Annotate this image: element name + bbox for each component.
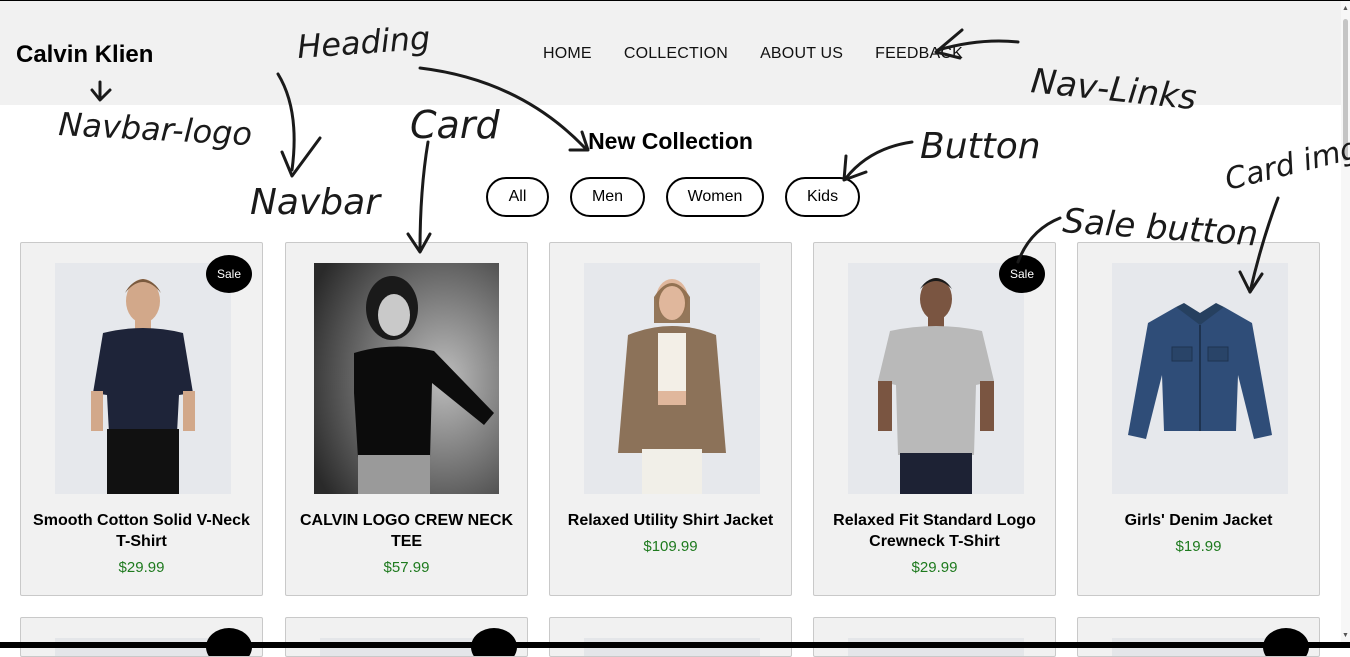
product-image <box>1112 263 1288 494</box>
product-card[interactable]: Sale Relaxed Fit Standard Logo Crewneck … <box>813 242 1056 596</box>
product-name: Relaxed Utility Shirt Jacket $109.99 <box>562 510 779 557</box>
product-name-text: Relaxed Utility Shirt Jacket <box>567 512 774 529</box>
product-name-text: Smooth Cotton Solid V-Neck T-Shirt <box>33 512 250 550</box>
product-card[interactable]: Sale Smooth Cotton Solid V-Neck T-Shirt … <box>20 242 263 596</box>
product-image <box>55 263 231 494</box>
sale-badge[interactable]: Sale <box>999 255 1045 293</box>
annotation-arrow <box>418 140 430 252</box>
product-card[interactable] <box>549 617 792 657</box>
product-card[interactable]: Girls' Denim Jacket $19.99 <box>1077 242 1320 596</box>
annotation-navbar: Navbar <box>250 182 382 223</box>
product-price: $109.99 <box>643 538 698 555</box>
section-heading: New Collection <box>588 128 753 154</box>
navbar: Calvin Klien HOME COLLECTION ABOUT US FE… <box>0 1 1341 105</box>
sale-badge[interactable]: Sale <box>206 255 252 293</box>
product-name-text: CALVIN LOGO CREW NECK TEE <box>299 512 514 550</box>
product-name: Smooth Cotton Solid V-Neck T-Shirt $29.9… <box>33 510 250 578</box>
product-card[interactable] <box>285 617 528 657</box>
product-card[interactable]: Relaxed Utility Shirt Jacket $109.99 <box>549 242 792 596</box>
product-card[interactable] <box>20 617 263 657</box>
nav-link-home[interactable]: HOME <box>543 45 592 63</box>
filter-buttons: All Men Women Kids <box>486 177 860 217</box>
filter-women-button[interactable]: Women <box>666 177 764 217</box>
product-price: $29.99 <box>118 559 165 576</box>
product-name: CALVIN LOGO CREW NECK TEE $57.99 <box>298 510 515 578</box>
filter-kids-button[interactable]: Kids <box>785 177 860 217</box>
product-name-text: Girls' Denim Jacket <box>1124 512 1273 529</box>
filter-men-button[interactable]: Men <box>570 177 645 217</box>
nav-link-feedback[interactable]: FEEDBACK <box>875 45 963 63</box>
product-name: Relaxed Fit Standard Logo Crewneck T-Shi… <box>826 510 1043 578</box>
product-image <box>314 263 499 494</box>
product-card[interactable] <box>813 617 1056 657</box>
filter-all-button[interactable]: All <box>486 177 549 217</box>
product-image <box>584 263 760 494</box>
nav-links: HOME COLLECTION ABOUT US FEEDBACK <box>543 45 963 63</box>
scroll-up-icon[interactable]: ▲ <box>1341 4 1350 13</box>
scroll-down-icon[interactable]: ▼ <box>1341 631 1350 640</box>
product-price: $29.99 <box>911 559 958 576</box>
vertical-scrollbar[interactable]: ▲ ▼ <box>1341 1 1350 642</box>
scroll-thumb[interactable] <box>1343 19 1348 161</box>
navbar-logo[interactable]: Calvin Klien <box>16 41 153 69</box>
product-name: Girls' Denim Jacket $19.99 <box>1090 510 1307 557</box>
product-image <box>848 263 1024 494</box>
nav-link-about-us[interactable]: ABOUT US <box>760 45 843 63</box>
product-price: $19.99 <box>1175 538 1222 555</box>
product-name-text: Relaxed Fit Standard Logo Crewneck T-Shi… <box>833 512 1036 550</box>
nav-link-collection[interactable]: COLLECTION <box>624 45 728 63</box>
product-card[interactable]: CALVIN LOGO CREW NECK TEE $57.99 <box>285 242 528 596</box>
product-card[interactable] <box>1077 617 1320 657</box>
product-price: $57.99 <box>383 559 430 576</box>
window-bottom-border <box>0 642 1350 648</box>
